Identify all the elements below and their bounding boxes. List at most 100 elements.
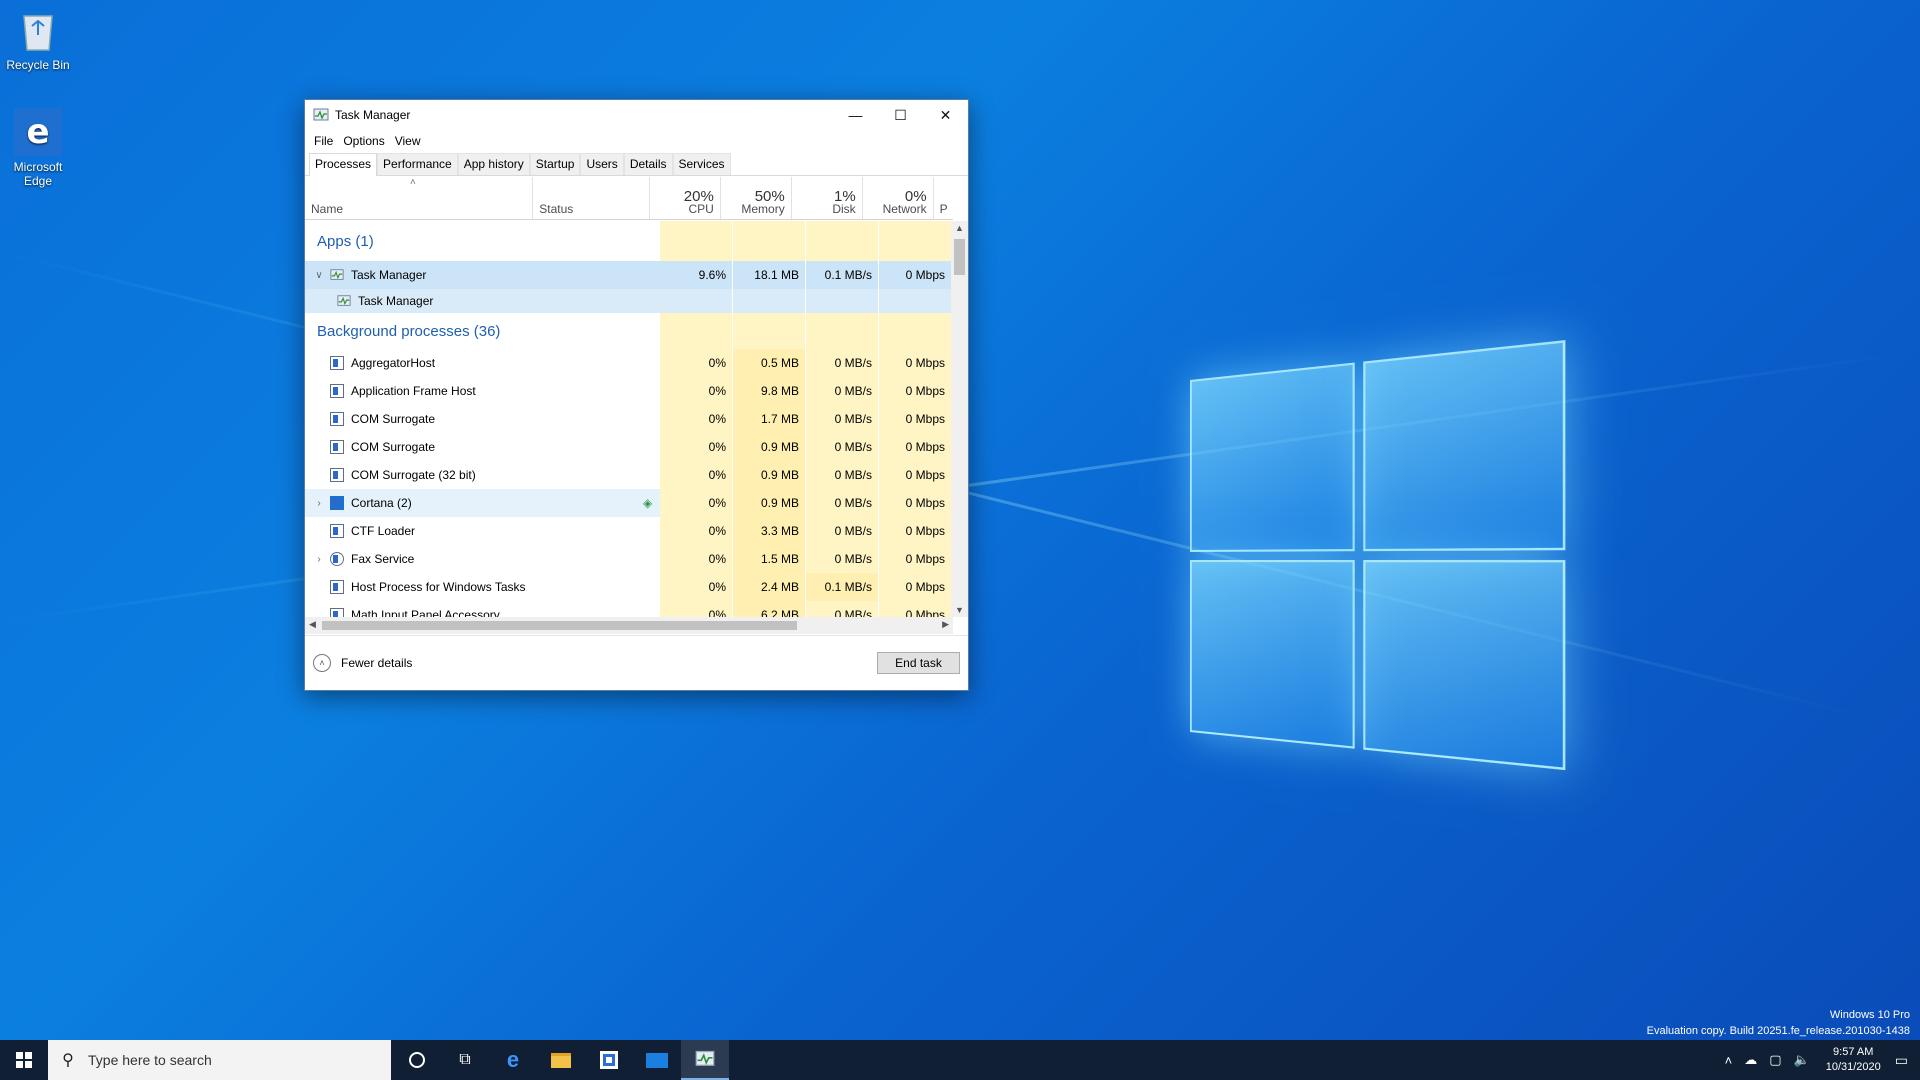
taskbar-mail[interactable] [633,1040,681,1080]
folder-icon [551,1053,571,1068]
search-icon: ⚲ [48,1050,88,1070]
table-row[interactable]: AggregatorHost 0% 0.5 MB 0 MB/s 0 Mbps [305,349,953,377]
menu-file[interactable]: File [309,134,338,148]
tab-app-history[interactable]: App history [458,153,530,175]
process-icon [330,356,344,370]
task-manager-icon [313,107,329,123]
fewer-details-button[interactable]: ˄ Fewer details [313,654,412,672]
recycle-bin-icon [14,6,62,54]
edge-icon: e [14,108,62,156]
evaluation-watermark: Windows 10 Pro Evaluation copy. Build 20… [1647,1007,1910,1039]
start-button[interactable] [0,1040,48,1080]
show-hidden-icons-chevron[interactable]: ˄ [1725,1053,1733,1068]
tab-services[interactable]: Services [673,153,731,175]
group-header-apps[interactable]: Apps (1) [305,221,953,261]
desktop-icon-recycle-bin[interactable]: Recycle Bin [0,6,76,72]
table-row[interactable]: CTF Loader 0% 3.3 MB 0 MB/s 0 Mbps [305,517,953,545]
horizontal-scrollbar[interactable]: ◀ ▶ [305,617,953,634]
taskbar-file-explorer[interactable] [537,1040,585,1080]
tab-bar: Processes Performance App history Startu… [305,152,968,176]
taskbar-edge[interactable]: e [489,1040,537,1080]
footer-bar: ˄ Fewer details End task [305,635,968,690]
scroll-left-icon[interactable]: ◀ [309,619,316,630]
column-memory[interactable]: 50% Memory [721,177,792,219]
chevron-down-icon[interactable]: ∨ [312,270,326,281]
system-tray: ˄ ☁ ▢ 🔈 9:57 AM 10/31/2020 ▭ [1719,1040,1920,1080]
fax-icon [330,552,344,566]
table-row[interactable]: › Cortana (2) ◈ 0% 0.9 MB 0 MB/s 0 Mbps [305,489,953,517]
end-task-button[interactable]: End task [877,652,960,674]
maximize-button[interactable]: ☐ [878,100,923,130]
sort-up-icon: ˄ [410,177,416,188]
chevron-right-icon[interactable]: › [312,554,326,565]
window-title: Task Manager [335,108,410,122]
cortana-button[interactable] [393,1040,441,1080]
table-row[interactable]: COM Surrogate 0% 1.7 MB 0 MB/s 0 Mbps [305,405,953,433]
task-view-button[interactable]: ⧉ [441,1040,489,1080]
network-icon[interactable]: ▢ [1769,1052,1781,1068]
action-center-icon[interactable]: ▭ [1895,1052,1908,1069]
table-row-child[interactable]: Task Manager [305,289,953,313]
task-manager-icon [330,268,344,282]
cortana-circle-icon [409,1052,425,1068]
desktop-icon-label: Microsoft Edge [14,160,63,188]
tab-users[interactable]: Users [580,153,623,175]
tab-performance[interactable]: Performance [377,153,458,175]
taskbar-search-box[interactable]: ⚲ Type here to search [48,1040,391,1080]
scroll-down-icon[interactable]: ▼ [951,605,968,615]
title-bar[interactable]: Task Manager — ☐ ✕ [305,100,968,130]
column-network[interactable]: 0% Network [863,177,934,219]
tab-details[interactable]: Details [624,153,673,175]
column-disk[interactable]: 1% Disk [792,177,863,219]
onedrive-cloud-icon[interactable]: ☁ [1744,1052,1757,1068]
taskbar-clock[interactable]: 9:57 AM 10/31/2020 [1826,1045,1881,1075]
task-view-icon: ⧉ [459,1051,470,1069]
scroll-up-icon[interactable]: ▲ [951,223,968,233]
process-icon [330,468,344,482]
cortana-icon [330,496,344,510]
minimize-button[interactable]: — [833,100,878,130]
scroll-thumb[interactable] [954,239,965,275]
column-cpu[interactable]: 20% CPU [650,177,721,219]
process-icon [330,440,344,454]
vertical-scrollbar[interactable]: ▲ ▼ [951,221,968,617]
volume-icon[interactable]: 🔈 [1794,1052,1810,1068]
table-row[interactable]: ∨ Task Manager 9.6% 18.1 MB 0.1 MB/s 0 M… [305,261,953,289]
scroll-right-icon[interactable]: ▶ [942,619,949,630]
scroll-thumb[interactable] [322,621,797,630]
desktop-icon-label: Recycle Bin [6,58,69,72]
taskbar-store[interactable] [585,1040,633,1080]
table-row[interactable]: Application Frame Host 0% 9.8 MB 0 MB/s … [305,377,953,405]
pen-icon [330,524,344,538]
task-manager-icon [694,1049,716,1069]
column-name[interactable]: ˄ Name [305,177,533,219]
column-power[interactable]: P [934,177,953,219]
process-icon [330,580,344,594]
table-row[interactable]: › Fax Service 0% 1.5 MB 0 MB/s 0 Mbps [305,545,953,573]
tab-processes[interactable]: Processes [309,153,377,176]
table-row[interactable]: Math Input Panel Accessory 0% 6.2 MB 0 M… [305,601,953,617]
chevron-right-icon[interactable]: › [312,498,326,509]
store-icon [600,1051,618,1069]
close-button[interactable]: ✕ [923,100,968,130]
table-row[interactable]: COM Surrogate 0% 0.9 MB 0 MB/s 0 Mbps [305,433,953,461]
taskbar-task-manager[interactable] [681,1040,729,1080]
menu-view[interactable]: View [390,134,426,148]
menu-options[interactable]: Options [338,134,389,148]
process-icon [330,384,344,398]
chevron-up-icon: ˄ [313,654,331,672]
column-header-row: ˄ Name Status 20% CPU 50% Memory 1% Disk… [305,177,953,220]
windows-start-icon [16,1052,32,1068]
menu-bar: File Options View [305,130,968,152]
task-manager-window: Task Manager — ☐ ✕ File Options View Pro… [304,99,969,691]
mail-icon [646,1053,668,1068]
task-manager-icon [337,294,351,308]
desktop-icon-edge[interactable]: e Microsoft Edge [0,108,76,188]
group-header-background[interactable]: Background processes (36) [305,313,953,349]
column-status[interactable]: Status [533,177,650,219]
table-row[interactable]: COM Surrogate (32 bit) 0% 0.9 MB 0 MB/s … [305,461,953,489]
table-row[interactable]: Host Process for Windows Tasks 0% 2.4 MB… [305,573,953,601]
windows-logo-wallpaper [1190,340,1568,780]
tab-startup[interactable]: Startup [530,153,581,175]
process-icon [330,412,344,426]
